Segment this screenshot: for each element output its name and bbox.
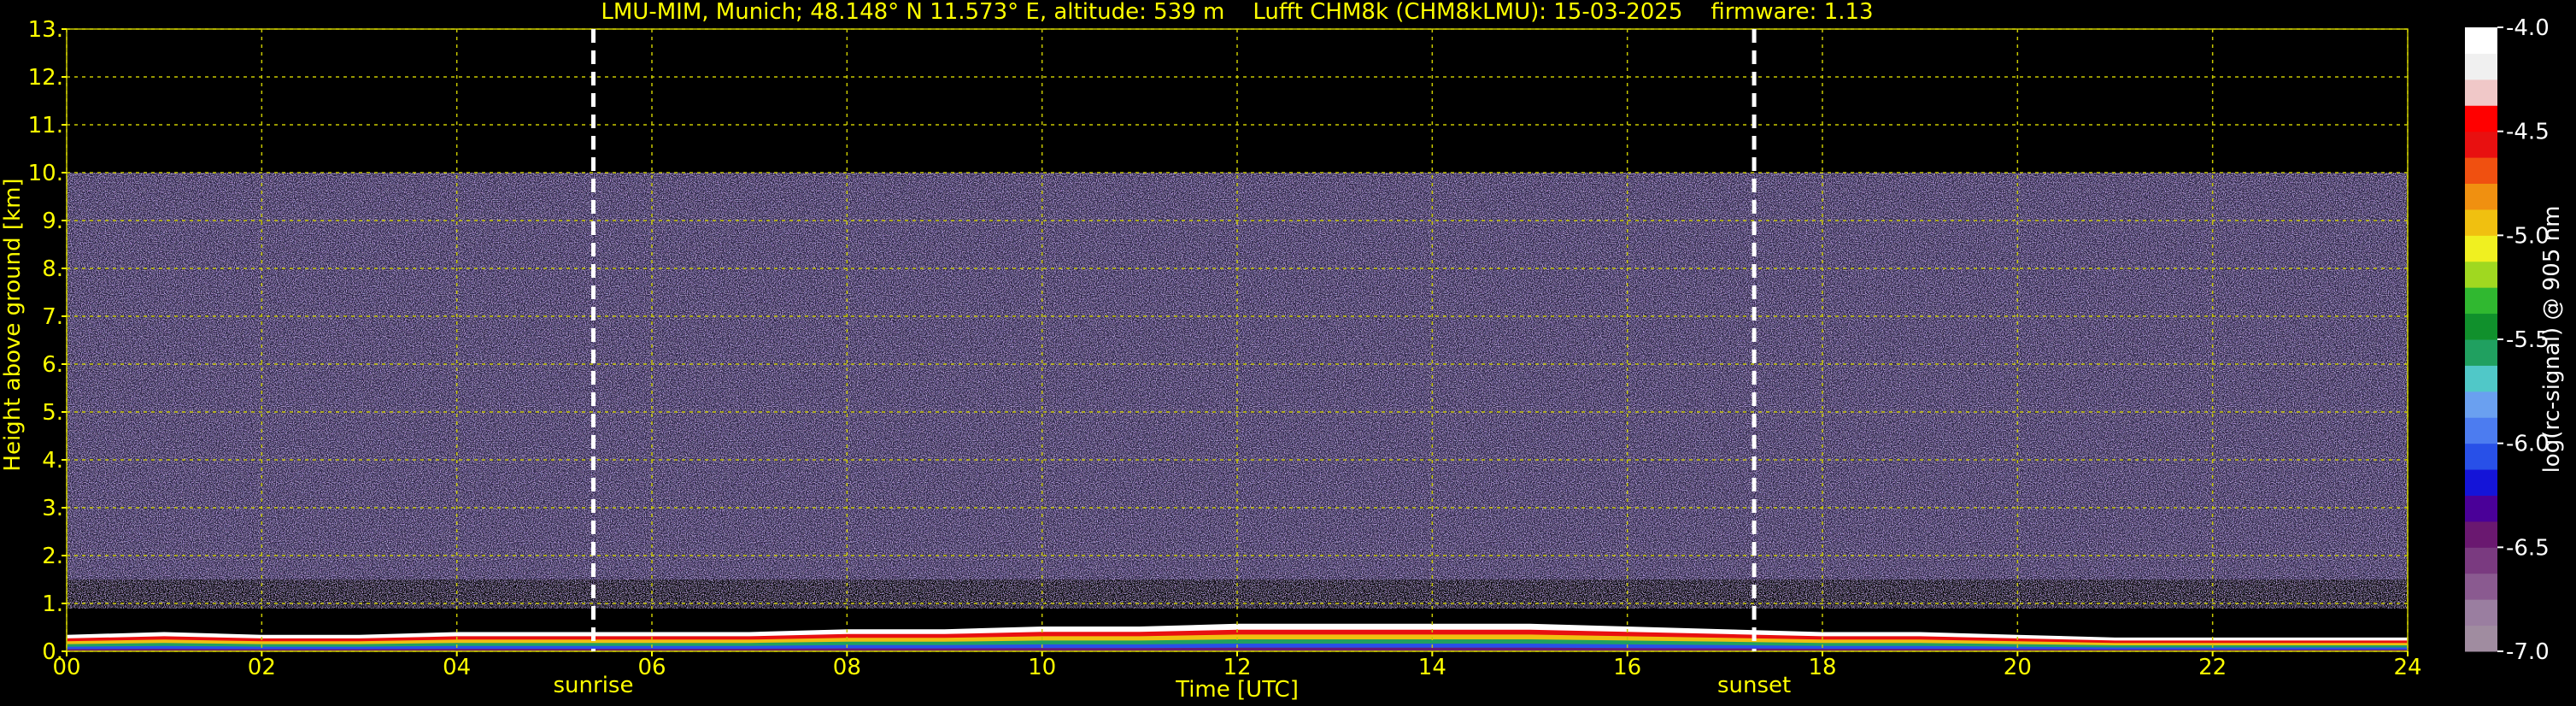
y-tick-label: 1. (42, 591, 63, 617)
colorbar-segment (2465, 391, 2497, 418)
colorbar-tick-label: -4.0 (2506, 15, 2550, 41)
colorbar-segment (2465, 313, 2497, 340)
y-tick-label: 2. (42, 544, 63, 569)
colorbar-segment (2465, 547, 2497, 574)
colorbar-segment (2465, 469, 2497, 496)
x-tick-label: 04 (443, 655, 471, 680)
colorbar-segment (2465, 365, 2497, 392)
colorbar-segment (2465, 131, 2497, 158)
colorbar-tick-label: -4.5 (2506, 120, 2550, 145)
colorbar-segment (2465, 27, 2497, 54)
x-tick-label: 14 (1418, 655, 1446, 680)
colorbar-segment (2465, 573, 2497, 600)
colorbar-label: log(rc-signal) @ 905 nm (2539, 206, 2565, 474)
x-tick-label: 10 (1028, 655, 1056, 680)
x-tick-label: 16 (1613, 655, 1641, 680)
colorbar-segment (2465, 261, 2497, 288)
x-tick-labels: 00 02 04 06 08 10 12 14 16 18 20 22 24 (52, 651, 2422, 680)
colorbar-segment (2465, 235, 2497, 262)
colorbar-segment (2465, 339, 2497, 366)
x-tick-label: 08 (833, 655, 861, 680)
y-tick-label: 13. (28, 17, 63, 43)
y-tick-labels: 0. 1. 2. 3. 4. 5. 6. 7. 8. 9. 10. 11. 12. 13. (28, 17, 67, 665)
y-axis-label: Height above ground [km] (0, 178, 26, 471)
colorbar: -4.0-4.5-5.0-5.5-6.0-6.5-7.0 (2465, 15, 2550, 665)
colorbar-segment (2465, 105, 2497, 132)
y-tick-label: 11. (28, 113, 63, 138)
y-tick-label: 5. (42, 400, 63, 426)
x-tick-label: 02 (248, 655, 276, 680)
colorbar-segment (2465, 599, 2497, 627)
x-tick-label: 06 (637, 655, 666, 680)
ceilometer-chart: LMU-MIM, Munich; 48.148° N 11.573° E, al… (0, 0, 2565, 703)
colorbar-segment (2465, 53, 2497, 80)
colorbar-segment (2465, 417, 2497, 444)
x-tick-label: 18 (1808, 655, 1836, 680)
y-tick-label: 10. (28, 161, 63, 186)
y-tick-label: 3. (42, 496, 63, 521)
y-tick-label: 9. (42, 209, 63, 234)
y-tick-label: 12. (28, 65, 63, 91)
y-tick-label: 4. (42, 448, 63, 474)
y-tick-label: 8. (42, 256, 63, 282)
colorbar-segment (2465, 521, 2497, 548)
colorbar-segment (2465, 183, 2497, 210)
chart-title: LMU-MIM, Munich; 48.148° N 11.573° E, al… (601, 0, 1873, 25)
colorbar-segment (2465, 287, 2497, 315)
colorbar-segment (2465, 443, 2497, 470)
y-tick-label: 0. (42, 639, 63, 665)
x-tick-label: 22 (2198, 655, 2227, 680)
colorbar-tick-label: -6.5 (2506, 535, 2550, 561)
sunrise-label: sunrise (554, 673, 634, 698)
colorbar-segment (2465, 625, 2497, 652)
y-tick-label: 7. (42, 304, 63, 330)
colorbar-segment (2465, 495, 2497, 522)
x-tick-label: 20 (2004, 655, 2032, 680)
colorbar-segment (2465, 209, 2497, 236)
sunset-label: sunset (1717, 673, 1791, 698)
colorbar-segment (2465, 79, 2497, 106)
x-tick-label: 24 (2393, 655, 2421, 680)
colorbar-tick-label: -7.0 (2506, 639, 2550, 665)
y-tick-label: 6. (42, 352, 63, 378)
x-axis-label: Time [UTC] (1175, 677, 1299, 703)
colorbar-segment (2465, 157, 2497, 184)
